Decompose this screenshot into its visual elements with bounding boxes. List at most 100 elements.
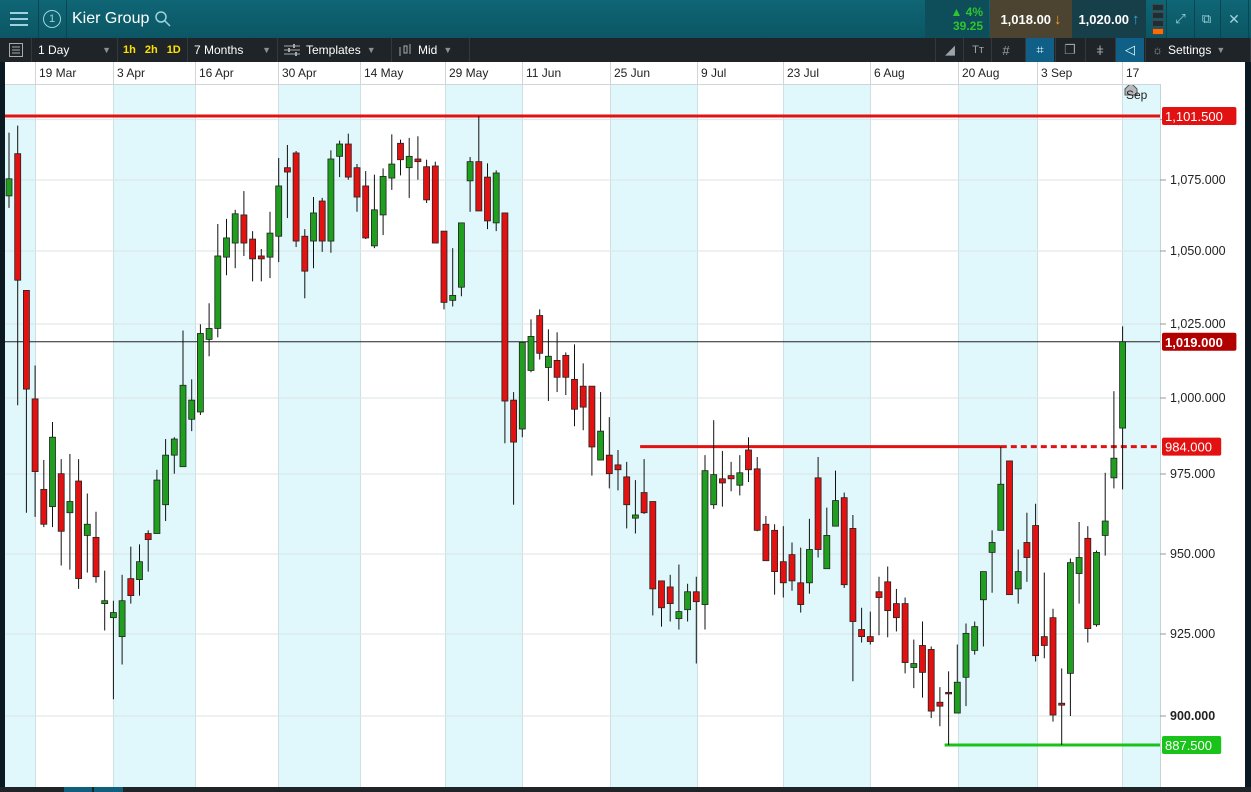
layers-icon: ❐	[1064, 42, 1076, 57]
candle-body-down	[779, 561, 787, 584]
candle-body-up	[449, 294, 457, 301]
scroll-thumb[interactable]	[94, 787, 123, 792]
candle-body-down	[884, 581, 892, 612]
market-depth-indicator	[1152, 4, 1164, 35]
candle-body-down	[240, 214, 248, 244]
grid-toggle-button[interactable]: #	[991, 38, 1020, 62]
candle[interactable]	[1032, 503, 1039, 662]
tag-icon: ◁	[1125, 42, 1135, 57]
interval-1d[interactable]: 1D	[167, 44, 181, 56]
range-dropdown[interactable]: 7 Months ▼	[188, 38, 278, 62]
bottom-scrollbar[interactable]	[0, 787, 1251, 792]
y-tick-label: 925.000	[1170, 627, 1215, 641]
candle-body-up	[327, 158, 335, 242]
candle[interactable]	[536, 309, 544, 360]
hamburger-icon	[10, 12, 28, 26]
candle-body-down	[1040, 636, 1048, 646]
candle-body-down	[901, 603, 909, 663]
search-icon[interactable]	[154, 10, 172, 28]
y-tick-label: 975.000	[1170, 467, 1215, 481]
candle-body-up	[492, 172, 500, 224]
window-number-button[interactable]: 1	[38, 0, 67, 38]
popout-button[interactable]: ⧉	[1193, 0, 1221, 38]
candle[interactable]	[840, 492, 848, 588]
sell-button[interactable]: 1,018.00 ↓	[990, 0, 1072, 38]
date-tick-label: 25 Jun	[610, 62, 697, 84]
drawing-tool-button[interactable]: ◢	[935, 38, 964, 62]
candle-body-up	[1110, 457, 1118, 479]
candle[interactable]	[1093, 550, 1100, 627]
candle[interactable]	[492, 170, 500, 232]
candle-body-up	[1093, 552, 1100, 626]
text-tool-button[interactable]: Tт	[963, 38, 992, 62]
buy-button[interactable]: 1,020.00 ↑	[1072, 0, 1146, 38]
menu-button[interactable]	[0, 0, 39, 38]
candle[interactable]	[901, 597, 909, 674]
candle-body-up	[632, 514, 639, 519]
candle[interactable]	[292, 151, 300, 248]
chart-list-button[interactable]	[0, 38, 32, 62]
candle[interactable]	[518, 341, 526, 438]
candle[interactable]	[927, 646, 935, 719]
candle-body-down	[431, 165, 439, 244]
candle-body-down	[344, 143, 352, 178]
instrument-title[interactable]: Kier Group	[72, 0, 172, 38]
candle[interactable]	[1049, 608, 1057, 722]
candle-body-down	[484, 176, 491, 222]
candle-body-up	[231, 213, 239, 244]
candle[interactable]	[971, 621, 979, 655]
price-type-dropdown[interactable]: Mid ▼	[392, 38, 470, 62]
indicator-icon: ǂ	[1096, 42, 1104, 58]
candle[interactable]	[1084, 526, 1092, 643]
templates-dropdown[interactable]: Templates ▼	[278, 38, 392, 62]
candle-body-up	[370, 209, 378, 247]
resistance-line-label: 984.000	[1165, 440, 1212, 455]
candle-body-up	[83, 523, 91, 536]
close-button[interactable]: ✕	[1220, 0, 1249, 38]
chevron-down-icon: ▼	[366, 45, 376, 55]
crosshair-button[interactable]: ⌗	[1025, 38, 1054, 62]
trendline-icon: ◢	[945, 42, 955, 57]
candle-body-down	[92, 536, 100, 578]
date-tick-label: 30 Apr	[278, 62, 360, 84]
candle[interactable]	[1006, 460, 1013, 596]
date-tick-label: 17 Sep	[1122, 62, 1160, 102]
interval-2h[interactable]: 2h	[145, 44, 158, 56]
candle[interactable]	[196, 324, 204, 416]
candle-body-down	[788, 554, 796, 582]
candle-body-up	[701, 470, 709, 605]
scroll-thumb[interactable]	[64, 787, 92, 792]
candle-body-up	[266, 232, 274, 258]
expand-button[interactable]: ⤢	[1166, 0, 1195, 38]
y-tick-label: 1,000.000	[1170, 391, 1226, 405]
y-tick-label: 1,050.000	[1170, 244, 1226, 258]
indicator-button[interactable]: ǂ	[1085, 38, 1114, 62]
interval-dropdown[interactable]: 1 Day ▼	[32, 38, 118, 62]
candle[interactable]	[327, 150, 335, 253]
candle[interactable]	[701, 455, 709, 630]
candle-body-down	[57, 473, 65, 532]
candle-body-up	[153, 479, 161, 534]
candle-body-down	[1023, 542, 1031, 558]
candle-body-down	[536, 315, 544, 354]
candle-body-down	[440, 230, 448, 303]
candle-body-up	[275, 185, 283, 237]
candle-body-down	[1084, 537, 1092, 629]
candle-body-down	[666, 586, 674, 605]
price-axis-panel[interactable]	[1160, 62, 1245, 787]
y-tick-label: 900.000	[1170, 709, 1215, 723]
price-chart[interactable]: 1,100.0001,075.0001,050.0001,025.0001,00…	[0, 0, 1251, 792]
price-label-button[interactable]: ◁	[1115, 38, 1144, 62]
candle-body-up	[910, 663, 918, 668]
candle-body-down	[1006, 460, 1013, 596]
settings-dropdown[interactable]: ☼ Settings ▼	[1145, 38, 1251, 62]
candle[interactable]	[457, 222, 465, 297]
candle[interactable]	[440, 230, 448, 310]
interval-1h[interactable]: 1h	[123, 44, 136, 56]
sell-price: 1,018.00	[1000, 11, 1052, 27]
candle-body-down	[849, 528, 857, 622]
candle[interactable]	[431, 161, 439, 244]
compare-button[interactable]: ❐	[1055, 38, 1084, 62]
candle-body-down	[1049, 617, 1057, 716]
candle-body-up	[1014, 571, 1022, 590]
